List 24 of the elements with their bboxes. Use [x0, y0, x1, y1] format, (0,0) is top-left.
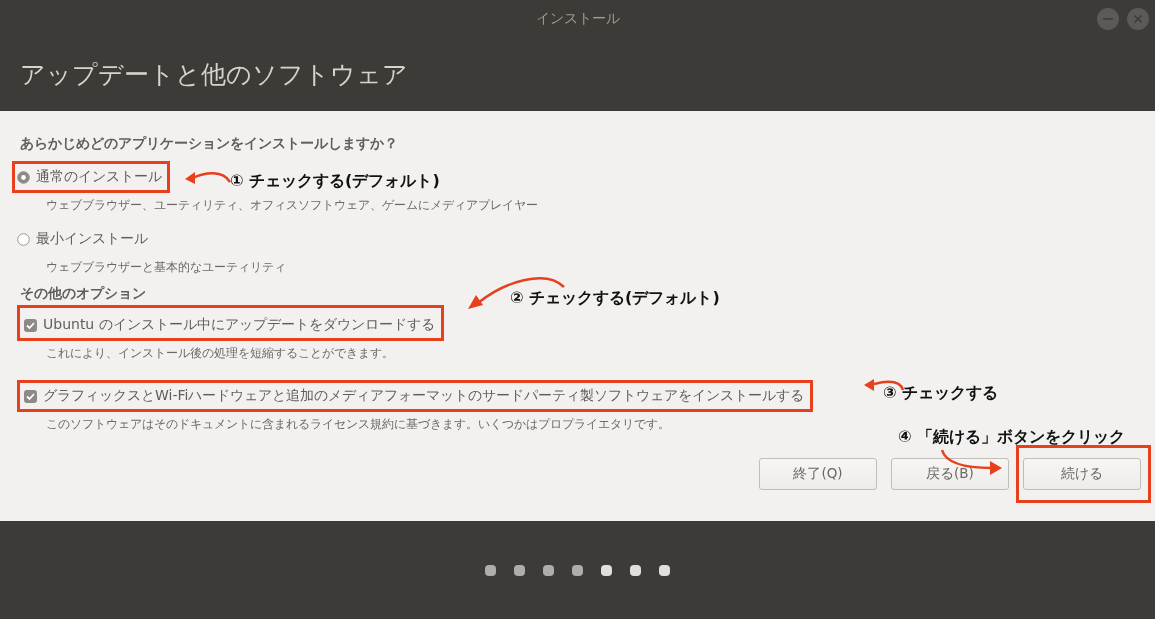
- option-description: ウェブブラウザーと基本的なユーティリティ: [46, 259, 286, 276]
- annotation-arrow: [938, 448, 1004, 478]
- annotation-text: ① チェックする(デフォルト): [230, 171, 440, 192]
- annotation-text: ② チェックする(デフォルト): [510, 288, 720, 309]
- dialog-button[interactable]: 終了(Q): [759, 458, 877, 490]
- radio-option[interactable]: 通常のインストール: [12, 161, 170, 193]
- checkbox[interactable]: [24, 318, 37, 332]
- dialog-button[interactable]: 続ける: [1023, 458, 1141, 490]
- checkbox-option[interactable]: Ubuntu のインストール中にアップデートをダウンロードする: [17, 305, 444, 341]
- annotation-text: ③ チェックする: [883, 383, 999, 404]
- checkbox[interactable]: [24, 389, 37, 403]
- dialog-button[interactable]: 戻る(B): [891, 458, 1009, 490]
- option-description: ウェブブラウザー、ユーティリティ、オフィスソフトウェア、ゲームにメディアプレイヤー: [46, 197, 538, 214]
- page-title: アップデートと他のソフトウェア: [20, 59, 408, 91]
- annotation-text: ④ 「続ける」ボタンをクリック: [898, 427, 1126, 448]
- radio-button[interactable]: [17, 232, 30, 246]
- radio-button[interactable]: [17, 170, 30, 184]
- question-text: あらかじめどのアプリケーションをインストールしますか？: [20, 135, 399, 153]
- radio-option[interactable]: 最小インストール: [12, 223, 156, 255]
- option-description: このソフトウェアはそのドキュメントに含まれるライセンス規約に基づきます。いくつかはプロプライエタリです。: [46, 416, 670, 433]
- option-description: これにより、インストール後の処理を短縮することができます。: [46, 345, 394, 362]
- checkbox-option[interactable]: グラフィックスとWi-Fiハードウェアと追加のメディアフォーマットのサードパーティ製ソフトウェアをインストールする: [17, 380, 814, 412]
- section-heading: その他のオプション: [20, 285, 146, 303]
- window-title: インストール: [535, 10, 620, 28]
